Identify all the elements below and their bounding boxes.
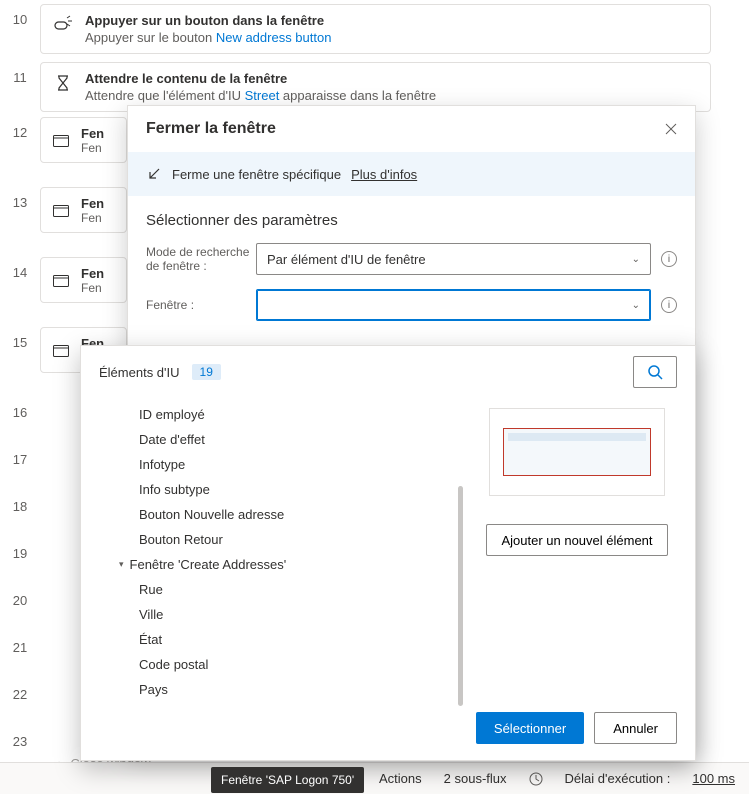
tree-item[interactable]: Ville: [99, 602, 463, 627]
picker-tab[interactable]: Éléments d'IU: [99, 365, 180, 380]
window-icon: [51, 341, 71, 361]
dialog-title: Fermer la fenêtre: [146, 120, 276, 138]
step-stub[interactable]: FenFen: [40, 117, 127, 163]
tree-item[interactable]: Rue: [99, 577, 463, 602]
param-label: Mode de recherche de fenêtre :: [146, 245, 256, 274]
step-subtitle: Attendre que l'élément d'IU Street appar…: [85, 88, 698, 103]
window-icon: [51, 131, 71, 151]
scrollbar[interactable]: [458, 486, 463, 706]
tree-item-label: Rue: [139, 582, 163, 597]
tree-item-label: Pays: [139, 682, 168, 697]
ui-elements-picker: Éléments d'IU 19 ID employéDate d'effetI…: [80, 345, 696, 761]
tree-item-label: Fenêtre 'Create Addresses': [130, 557, 287, 572]
tree-item[interactable]: Pays: [99, 677, 463, 700]
tree-item[interactable]: Bouton Retour: [99, 527, 463, 552]
add-element-button[interactable]: Ajouter un nouvel élément: [486, 524, 667, 556]
param-window: Fenêtre : ⌄ i: [146, 289, 677, 321]
chevron-down-icon: ⌄: [632, 300, 640, 311]
tree-item[interactable]: Code postal: [99, 652, 463, 677]
tree-item[interactable]: Infotype: [99, 452, 463, 477]
tree-item-label: ID employé: [139, 407, 205, 422]
tree-item-label: État: [139, 632, 162, 647]
tree-item[interactable]: État: [99, 627, 463, 652]
search-mode-select[interactable]: Par élément d'IU de fenêtre ⌄: [256, 243, 651, 275]
search-button[interactable]: [633, 356, 677, 388]
preview-thumbnail: [489, 408, 665, 496]
close-icon[interactable]: [665, 123, 677, 135]
tree-item[interactable]: Bouton Nouvelle adresse: [99, 502, 463, 527]
press-button-icon: [53, 15, 73, 35]
window-icon: [51, 201, 71, 221]
tree-item-label: Infotype: [139, 457, 185, 472]
ui-element-link[interactable]: Street: [245, 88, 280, 103]
search-icon: [647, 364, 663, 380]
more-info-link[interactable]: Plus d'infos: [351, 167, 417, 182]
tree-item-label: Bouton Nouvelle adresse: [139, 507, 284, 522]
ui-element-link[interactable]: New address button: [216, 30, 332, 45]
info-icon[interactable]: i: [661, 297, 677, 313]
section-heading: Sélectionner des paramètres: [146, 212, 677, 229]
cancel-button[interactable]: Annuler: [594, 712, 677, 744]
step-number: 10: [0, 4, 40, 27]
flow-step-10[interactable]: 10 Appuyer sur un bouton dans la fenêtre…: [0, 0, 749, 58]
window-icon: [51, 271, 71, 291]
tree-item[interactable]: ▾ Fenêtre 'Create Addresses': [99, 552, 463, 577]
step-card[interactable]: Appuyer sur un bouton dans la fenêtre Ap…: [40, 4, 711, 54]
step-stub[interactable]: FenFen: [40, 257, 127, 303]
dialog-info-banner: Ferme une fenêtre spécifique Plus d'info…: [128, 152, 695, 196]
runtime-label: Délai d'exécution :: [565, 771, 671, 786]
param-label: Fenêtre :: [146, 298, 256, 312]
step-subtitle: Appuyer sur le bouton New address button: [85, 30, 698, 45]
tree-item[interactable]: Date d'effet: [99, 427, 463, 452]
chevron-down-icon: ▾: [119, 559, 124, 570]
tree-item[interactable]: Info subtype: [99, 477, 463, 502]
select-button[interactable]: Sélectionner: [476, 712, 584, 744]
status-bar: Actions 2 sous-flux Délai d'exécution : …: [0, 762, 749, 794]
info-icon[interactable]: i: [661, 251, 677, 267]
count-badge: 19: [192, 364, 221, 380]
status-subflows[interactable]: 2 sous-flux: [444, 771, 507, 786]
tree-item-label: Code postal: [139, 657, 208, 672]
tree-item[interactable]: ID employé: [99, 402, 463, 427]
ui-element-tree[interactable]: ID employé Date d'effet Infotype Info subty…: [99, 402, 463, 700]
chevron-down-icon: ⌄: [632, 254, 640, 265]
banner-text: Ferme une fenêtre spécifique: [172, 167, 341, 182]
tree-item-label: Bouton Retour: [139, 532, 223, 547]
clock-icon: [529, 772, 543, 786]
step-title: Appuyer sur un bouton dans la fenêtre: [85, 13, 698, 28]
step-number: 11: [0, 62, 40, 85]
param-search-mode: Mode de recherche de fenêtre : Par éléme…: [146, 243, 677, 275]
arrow-down-left-icon: [146, 166, 162, 182]
window-select[interactable]: ⌄: [256, 289, 651, 321]
tree-item-label: Date d'effet: [139, 432, 205, 447]
status-actions[interactable]: Actions: [379, 771, 422, 786]
tree-item-label: Info subtype: [139, 482, 210, 497]
step-title: Attendre le contenu de la fenêtre: [85, 71, 698, 86]
tooltip: Fenêtre 'SAP Logon 750': [211, 767, 364, 793]
hourglass-icon: [53, 73, 73, 93]
runtime-value[interactable]: 100 ms: [692, 771, 735, 786]
step-stub[interactable]: FenFen: [40, 187, 127, 233]
tree-item-label: Ville: [139, 607, 163, 622]
